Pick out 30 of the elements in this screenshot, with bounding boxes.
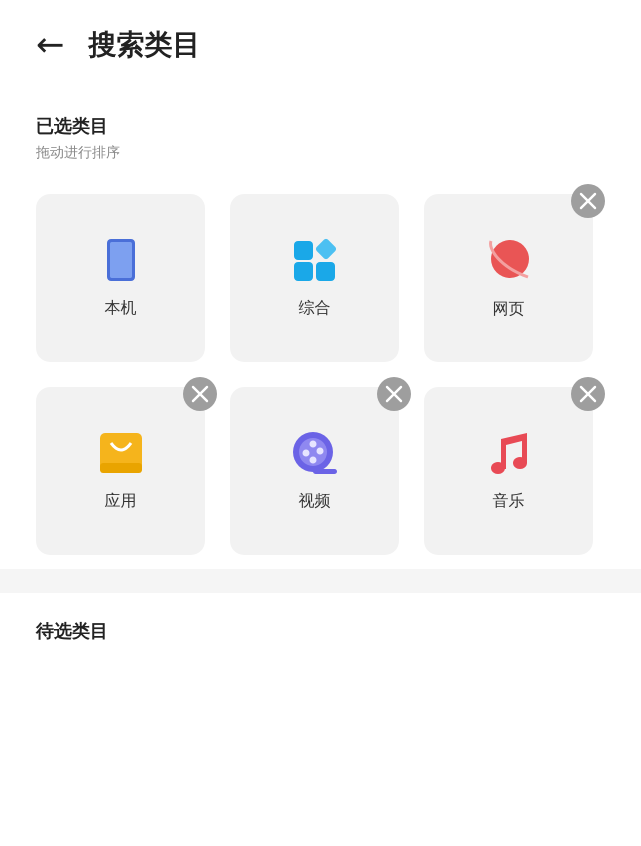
close-icon [191,385,209,403]
phone-icon [106,238,136,282]
category-card[interactable]: 本机 [36,194,205,362]
category-card[interactable]: 综合 [230,194,399,362]
category-card[interactable]: 网页 [424,194,593,362]
shopping-bag-icon [98,430,142,474]
category-label: 视频 [298,490,330,512]
page-title: 搜索类目 [88,27,200,63]
section-title: 已选类目 [36,115,109,138]
music-note-icon [488,430,528,474]
close-button[interactable] [183,377,217,411]
section-hint: 拖动进行排序 [36,144,121,162]
close-button[interactable] [571,377,605,411]
category-label: 音乐 [492,490,524,512]
back-button[interactable]: ← [36,28,64,62]
section-title: 待选类目 [36,620,109,643]
close-icon [385,385,403,403]
category-label: 本机 [104,298,136,318]
category-card[interactable]: 音乐 [424,387,593,555]
close-icon [579,385,597,403]
category-label: 网页 [492,298,524,320]
close-button[interactable] [571,184,605,218]
category-label: 应用 [104,490,136,512]
close-icon [579,192,597,210]
category-label: 综合 [298,298,330,318]
close-button[interactable] [377,377,411,411]
category-card[interactable]: 视频 [230,387,399,555]
grid-icon [292,238,336,282]
category-card[interactable]: 应用 [36,387,205,555]
film-reel-icon [292,430,338,474]
